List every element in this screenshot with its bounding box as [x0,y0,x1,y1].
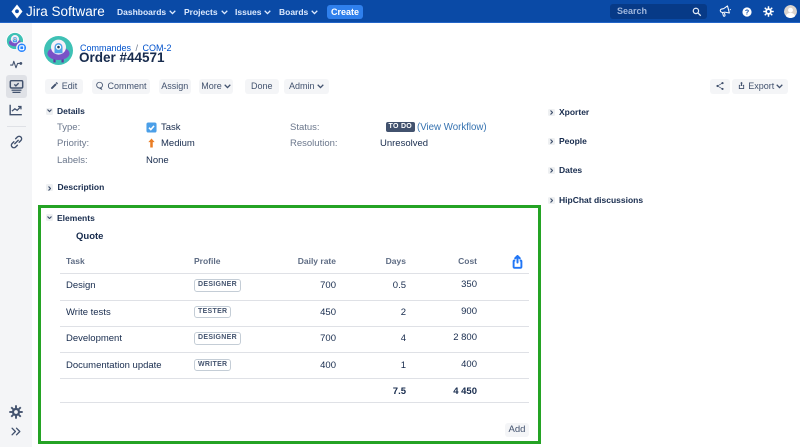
svg-text:?: ? [745,8,749,16]
